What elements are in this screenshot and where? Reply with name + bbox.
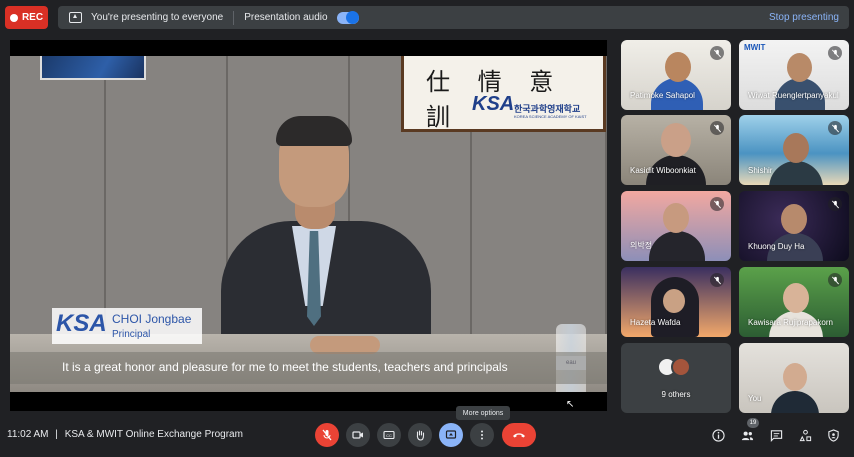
participant-tile[interactable]: Khuong Duy Ha xyxy=(739,191,849,261)
host-controls-button[interactable] xyxy=(825,427,841,443)
stop-presenting-button[interactable]: Stop presenting xyxy=(769,12,839,23)
participant-tile[interactable]: Hazeta Wafda xyxy=(621,267,731,337)
participant-tile[interactable]: Kawisara Rujiprapakorn xyxy=(739,267,849,337)
present-icon xyxy=(445,430,457,439)
participant-tile[interactable]: Patimoke Sahapol xyxy=(621,40,731,110)
wall-poster xyxy=(40,56,146,80)
speaker-title: Principal xyxy=(112,329,151,340)
hand-icon xyxy=(416,430,425,441)
calligraphy-text: 仕 情 意 訓 xyxy=(426,68,564,131)
meeting-title: KSA & MWIT Online Exchange Program xyxy=(64,429,243,440)
speaker-name: CHOI Jongbae xyxy=(112,312,192,326)
participant-face xyxy=(665,52,691,82)
meeting-info: 11:02 AM | KSA & MWIT Online Exchange Pr… xyxy=(7,429,243,440)
svg-text:CC: CC xyxy=(386,433,392,438)
chat-button[interactable] xyxy=(768,427,784,443)
raise-hand-button[interactable] xyxy=(408,423,432,447)
presenting-bar: You're presenting to everyone Presentati… xyxy=(58,6,849,29)
ksa-logo: KSA xyxy=(56,310,107,337)
recording-badge: REC xyxy=(5,6,48,29)
camera-button[interactable] xyxy=(346,423,370,447)
participant-tile[interactable]: Shishir xyxy=(739,115,849,185)
more-vert-icon xyxy=(481,430,483,440)
participant-name: 의박정 xyxy=(630,241,653,250)
participant-face xyxy=(787,53,812,82)
muted-mic-icon xyxy=(710,46,724,60)
presentation-audio-label: Presentation audio xyxy=(244,12,328,23)
participant-name: Kawisara Rujiprapakorn xyxy=(748,318,833,327)
participant-name: Hazeta Wafda xyxy=(630,318,681,327)
activities-icon xyxy=(799,429,811,441)
leave-call-button[interactable] xyxy=(502,423,536,447)
divider xyxy=(233,10,235,25)
activities-button[interactable] xyxy=(797,427,813,443)
captions-button[interactable]: CC xyxy=(377,423,401,447)
presentation-video: 仕 情 意 訓 KSA 한국과학영재학교 KOREA SCIENCE ACADE… xyxy=(10,56,607,392)
presentation-audio-toggle[interactable] xyxy=(336,10,359,24)
participant-name: Kasidit Wiboonkiat xyxy=(630,166,696,175)
muted-mic-icon xyxy=(710,273,724,287)
recording-label: REC xyxy=(21,12,44,23)
muted-mic-icon xyxy=(828,197,842,211)
frame-school-subtitle: KOREA SCIENCE ACADEMY OF KAIST xyxy=(514,114,587,119)
participant-face xyxy=(783,133,809,163)
people-button[interactable] xyxy=(739,427,755,443)
muted-mic-icon xyxy=(828,121,842,135)
others-tile[interactable]: 9 others xyxy=(621,343,731,413)
muted-mic-icon xyxy=(710,121,724,135)
clock-time: 11:02 AM xyxy=(7,429,49,440)
hang-up-icon xyxy=(513,433,525,438)
others-count: 9 others xyxy=(661,390,691,399)
microphone-off-button[interactable] xyxy=(315,423,339,447)
participant-face xyxy=(783,283,809,313)
participant-face xyxy=(781,204,807,234)
present-screen-icon xyxy=(69,12,82,23)
record-icon xyxy=(9,13,18,22)
participant-tile[interactable]: Kasidit Wiboonkiat xyxy=(621,115,731,185)
participant-tile[interactable]: 의박정 xyxy=(621,191,731,261)
participant-name: Patimoke Sahapol xyxy=(630,91,695,100)
info-icon xyxy=(711,428,725,442)
presentation-view: 仕 情 意 訓 KSA 한국과학영재학교 KOREA SCIENCE ACADE… xyxy=(10,40,607,411)
mwit-logo: MWIT xyxy=(744,43,766,52)
speaker-lower-third: KSA CHOI Jongbae Principal xyxy=(52,308,202,344)
presenting-message: You're presenting to everyone xyxy=(91,12,224,23)
avatar xyxy=(671,357,691,377)
present-now-button[interactable] xyxy=(439,423,463,447)
participant-face xyxy=(783,363,807,391)
participant-name: Shishir xyxy=(748,166,773,175)
more-options-button[interactable] xyxy=(470,423,494,447)
self-tile[interactable]: You xyxy=(739,343,849,413)
mic-off-icon xyxy=(322,429,332,441)
speaker-hair xyxy=(276,116,352,146)
people-count-badge: 19 xyxy=(747,418,759,428)
participant-name: Khuong Duy Ha xyxy=(748,242,805,251)
captions-icon: CC xyxy=(383,430,395,440)
others-avatars xyxy=(657,357,697,377)
muted-mic-icon xyxy=(828,273,842,287)
muted-mic-icon xyxy=(710,197,724,211)
shield-icon xyxy=(827,428,839,442)
info-separator: | xyxy=(55,429,58,440)
camera-icon xyxy=(352,431,363,439)
participant-face xyxy=(663,289,685,313)
participant-name: Wiwat Ruenglertpanyakul xyxy=(748,91,839,100)
video-subtitle: It is a great honor and pleasure for me … xyxy=(62,360,508,374)
calligraphy-frame: 仕 情 意 訓 KSA 한국과학영재학교 KOREA SCIENCE ACADE… xyxy=(401,56,606,132)
participant-name: You xyxy=(748,394,762,403)
participant-body xyxy=(771,391,819,413)
mouse-cursor-icon: ↖ xyxy=(566,399,575,410)
participant-body xyxy=(769,161,823,185)
muted-mic-icon xyxy=(828,46,842,60)
participant-face xyxy=(663,203,689,233)
participant-body xyxy=(649,231,705,261)
meeting-details-button[interactable] xyxy=(710,427,726,443)
people-icon xyxy=(741,431,753,440)
participant-tile[interactable]: MWIT Wiwat Ruenglertpanyakul xyxy=(739,40,849,110)
more-options-tooltip: More options xyxy=(456,406,510,420)
chat-icon xyxy=(770,429,782,442)
frame-ksa-logo: KSA xyxy=(472,93,515,115)
participant-face xyxy=(661,123,691,157)
